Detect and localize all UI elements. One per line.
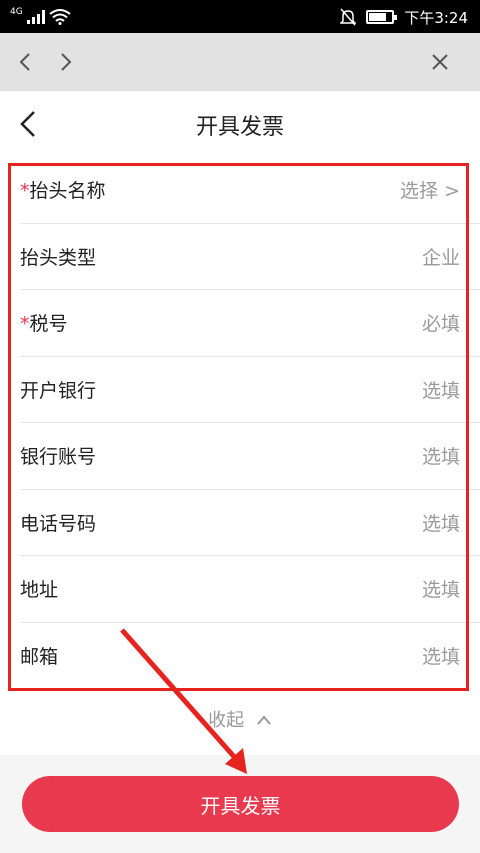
form-row-label-text: 抬头名称 — [29, 180, 106, 202]
battery-icon — [366, 10, 398, 24]
form-row-label-text: 银行账号 — [20, 446, 97, 468]
form-row-value[interactable]: 选填 — [422, 642, 460, 669]
page-title: 开具发票 — [195, 115, 284, 140]
status-left: 4G — [10, 6, 71, 28]
form-row[interactable]: 开户银行 选填 — [20, 357, 480, 423]
wifi-icon — [49, 9, 71, 25]
form-row-value[interactable]: 企业 — [422, 243, 460, 270]
browser-forward-button[interactable] — [51, 47, 81, 77]
form-row[interactable]: 邮箱 选填 — [20, 623, 480, 690]
form-row[interactable]: 抬头类型 企业 — [20, 224, 480, 290]
invoice-form: *抬头名称 选择 > 抬头类型 企业 *税号 必填 开户银行 选填 银行账号 选填 电话号码 选填 地址… — [0, 157, 480, 689]
status-bar: 4G 下午3:24 — [0, 0, 480, 33]
form-row[interactable]: 地址 选填 — [20, 556, 480, 623]
required-mark: * — [20, 180, 30, 202]
form-row-value[interactable]: 选填 — [422, 442, 460, 469]
form-row-value[interactable]: 选填 — [422, 575, 460, 602]
browser-toolbar — [0, 33, 480, 91]
collapse-label: 收起 — [208, 710, 245, 731]
status-time: 下午3:24 — [404, 8, 468, 27]
form-row-label: 电话号码 — [20, 509, 96, 536]
form-row[interactable]: 银行账号 选填 — [20, 423, 480, 490]
form-row-label-text: 电话号码 — [20, 512, 97, 535]
form-row-label: 开户银行 — [20, 376, 96, 403]
form-row-value[interactable]: 选填 — [422, 509, 460, 536]
issue-invoice-button[interactable]: 开具发票 — [22, 776, 459, 832]
back-icon — [19, 53, 30, 71]
form-row-label: *抬头名称 — [20, 176, 106, 203]
network-type: 4G — [10, 7, 23, 17]
signal-icon — [26, 10, 45, 24]
browser-back-button[interactable] — [10, 47, 40, 77]
bottom-action-area: 开具发票 — [0, 755, 480, 853]
form-row-label-text: 邮箱 — [20, 645, 59, 668]
form-row-label: 邮箱 — [20, 642, 58, 669]
forward-icon — [61, 53, 72, 71]
form-row[interactable]: *抬头名称 选择 > — [20, 157, 480, 224]
collapse-toggle[interactable]: 收起 — [0, 706, 480, 732]
form-row-label-text: 开户银行 — [20, 379, 97, 402]
form-row-label-text: 抬头类型 — [20, 246, 97, 269]
form-row[interactable]: 电话号码 选填 — [20, 490, 480, 556]
form-row-value[interactable]: 选填 — [422, 376, 460, 403]
browser-close-button[interactable] — [425, 47, 455, 77]
form-row-label-text: 税号 — [29, 313, 68, 335]
form-row-value[interactable]: 必填 — [422, 309, 460, 336]
bell-off-icon — [340, 8, 357, 26]
form-row-value[interactable]: 选择 > — [400, 176, 460, 203]
form-row[interactable]: *税号 必填 — [20, 290, 480, 357]
page-header: 开具发票 — [0, 91, 480, 157]
form-row-label-text: 地址 — [20, 579, 59, 601]
close-icon — [432, 54, 448, 70]
form-row-label: 银行账号 — [20, 442, 96, 469]
status-right: 下午3:24 — [340, 6, 468, 28]
required-mark: * — [20, 313, 30, 335]
form-row-label: 抬头类型 — [20, 243, 96, 270]
chevron-up-icon — [257, 715, 271, 725]
form-row-label: *税号 — [20, 309, 68, 336]
form-row-label: 地址 — [20, 575, 58, 602]
